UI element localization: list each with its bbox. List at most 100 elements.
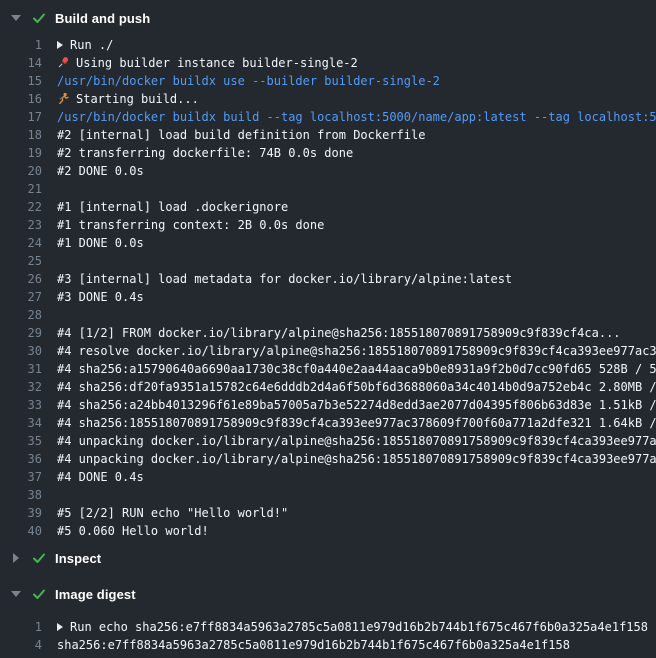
log-text: #1 DONE 0.0s — [42, 234, 656, 252]
section-build-and-push: Build and push 1Run ./14Using builder in… — [0, 0, 656, 540]
line-number[interactable]: 20 — [0, 162, 42, 180]
line-number[interactable]: 16 — [0, 90, 42, 108]
log-text: #5 [2/2] RUN echo "Hello world!" — [42, 504, 656, 522]
log-text: #4 sha256:a24bb4013296f61e89ba57005a7b3e… — [42, 396, 656, 414]
line-number[interactable]: 28 — [0, 306, 42, 324]
log-line: 22#1 [internal] load .dockerignore — [0, 198, 656, 216]
line-number[interactable]: 27 — [0, 288, 42, 306]
log-line: 16Starting build... — [0, 90, 656, 108]
log-text: sha256:e7ff8834a5963a2785c5a0811e979d16b… — [42, 636, 656, 654]
section-title: Build and push — [55, 11, 150, 26]
log-text-command: /usr/bin/docker buildx build --tag local… — [42, 108, 656, 126]
log-line: 29#4 [1/2] FROM docker.io/library/alpine… — [0, 324, 656, 342]
group-expand-icon[interactable] — [57, 41, 63, 49]
log-line: 34#4 sha256:185518070891758909c9f839cf4c… — [0, 414, 656, 432]
section-title: Image digest — [55, 587, 136, 602]
line-number[interactable]: 30 — [0, 342, 42, 360]
log-text — [42, 306, 656, 324]
log-text: #4 DONE 0.4s — [42, 468, 656, 486]
log-line: 40#5 0.060 Hello world! — [0, 522, 656, 540]
log-line: 35#4 unpacking docker.io/library/alpine@… — [0, 432, 656, 450]
log-line: 25 — [0, 252, 656, 270]
line-number[interactable]: 38 — [0, 486, 42, 504]
line-number[interactable]: 21 — [0, 180, 42, 198]
log-line: 28 — [0, 306, 656, 324]
workflow-log-viewer: Build and push 1Run ./14Using builder in… — [0, 0, 656, 658]
log-line: 36#4 unpacking docker.io/library/alpine@… — [0, 450, 656, 468]
runner-icon — [57, 92, 70, 105]
log-line: 37#4 DONE 0.4s — [0, 468, 656, 486]
pushpin-icon — [57, 56, 70, 69]
log-text — [42, 486, 656, 504]
line-number[interactable]: 31 — [0, 360, 42, 378]
log-line: 4sha256:e7ff8834a5963a2785c5a0811e979d16… — [0, 636, 656, 654]
line-number[interactable]: 34 — [0, 414, 42, 432]
section-header-build-and-push[interactable]: Build and push — [0, 0, 656, 36]
log-line: 20#2 DONE 0.0s — [0, 162, 656, 180]
section-header-image-digest[interactable]: Image digest — [0, 576, 656, 612]
chevron-down-icon[interactable] — [9, 591, 23, 597]
log-line: 1Run ./ — [0, 36, 656, 54]
line-number[interactable]: 19 — [0, 144, 42, 162]
log-text: Run echo sha256:e7ff8834a5963a2785c5a081… — [42, 618, 656, 636]
log-text: #4 sha256:df20fa9351a15782c64e6dddb2d4a6… — [42, 378, 656, 396]
section-inspect: Inspect — [0, 540, 656, 576]
line-number[interactable]: 25 — [0, 252, 42, 270]
log-line: 15/usr/bin/docker buildx use --builder b… — [0, 72, 656, 90]
log-text: #4 resolve docker.io/library/alpine@sha2… — [42, 342, 656, 360]
line-number[interactable]: 32 — [0, 378, 42, 396]
log-text: #2 [internal] load build definition from… — [42, 126, 656, 144]
log-text: #5 0.060 Hello world! — [42, 522, 656, 540]
line-number[interactable]: 17 — [0, 108, 42, 126]
log-text: #4 [1/2] FROM docker.io/library/alpine@s… — [42, 324, 656, 342]
log-text: Using builder instance builder-single-2 — [42, 54, 656, 72]
log-text: Starting build... — [42, 90, 656, 108]
line-number[interactable]: 23 — [0, 216, 42, 234]
line-number[interactable]: 22 — [0, 198, 42, 216]
line-number[interactable]: 15 — [0, 72, 42, 90]
log-text: #4 sha256:185518070891758909c9f839cf4ca3… — [42, 414, 656, 432]
log-line: 19#2 transferring dockerfile: 74B 0.0s d… — [0, 144, 656, 162]
check-icon — [31, 550, 47, 566]
log-line: 23#1 transferring context: 2B 0.0s done — [0, 216, 656, 234]
log-line: 32#4 sha256:df20fa9351a15782c64e6dddb2d4… — [0, 378, 656, 396]
check-icon — [31, 10, 47, 26]
line-number[interactable]: 24 — [0, 234, 42, 252]
log-line: 26#3 [internal] load metadata for docker… — [0, 270, 656, 288]
chevron-right-icon[interactable] — [9, 553, 23, 563]
section-header-inspect[interactable]: Inspect — [0, 540, 656, 576]
section-image-digest: Image digest 1Run echo sha256:e7ff8834a5… — [0, 576, 656, 654]
line-number[interactable]: 39 — [0, 504, 42, 522]
group-expand-icon[interactable] — [57, 623, 63, 631]
log-text: #1 transferring context: 2B 0.0s done — [42, 216, 656, 234]
line-number[interactable]: 40 — [0, 522, 42, 540]
log-line: 24#1 DONE 0.0s — [0, 234, 656, 252]
line-number[interactable]: 26 — [0, 270, 42, 288]
line-number[interactable]: 33 — [0, 396, 42, 414]
line-number[interactable]: 35 — [0, 432, 42, 450]
log-text — [42, 180, 656, 198]
check-icon — [31, 586, 47, 602]
log-line: 31#4 sha256:a15790640a6690aa1730c38cf0a4… — [0, 360, 656, 378]
line-number[interactable]: 1 — [0, 36, 42, 54]
log-text — [42, 252, 656, 270]
log-line: 33#4 sha256:a24bb4013296f61e89ba57005a7b… — [0, 396, 656, 414]
chevron-down-icon[interactable] — [9, 15, 23, 21]
log-line: 39#5 [2/2] RUN echo "Hello world!" — [0, 504, 656, 522]
line-number[interactable]: 36 — [0, 450, 42, 468]
line-number[interactable]: 4 — [0, 636, 42, 654]
line-number[interactable]: 18 — [0, 126, 42, 144]
log-lines-image-digest: 1Run echo sha256:e7ff8834a5963a2785c5a08… — [0, 618, 656, 654]
log-text: #4 sha256:a15790640a6690aa1730c38cf0a440… — [42, 360, 656, 378]
log-line: 14Using builder instance builder-single-… — [0, 54, 656, 72]
log-text: #1 [internal] load .dockerignore — [42, 198, 656, 216]
log-text: #3 DONE 0.4s — [42, 288, 656, 306]
log-line: 17/usr/bin/docker buildx build --tag loc… — [0, 108, 656, 126]
line-number[interactable]: 14 — [0, 54, 42, 72]
line-number[interactable]: 1 — [0, 618, 42, 636]
log-line: 30#4 resolve docker.io/library/alpine@sh… — [0, 342, 656, 360]
log-text: Run ./ — [42, 36, 656, 54]
line-number[interactable]: 37 — [0, 468, 42, 486]
log-text: #2 transferring dockerfile: 74B 0.0s don… — [42, 144, 656, 162]
line-number[interactable]: 29 — [0, 324, 42, 342]
